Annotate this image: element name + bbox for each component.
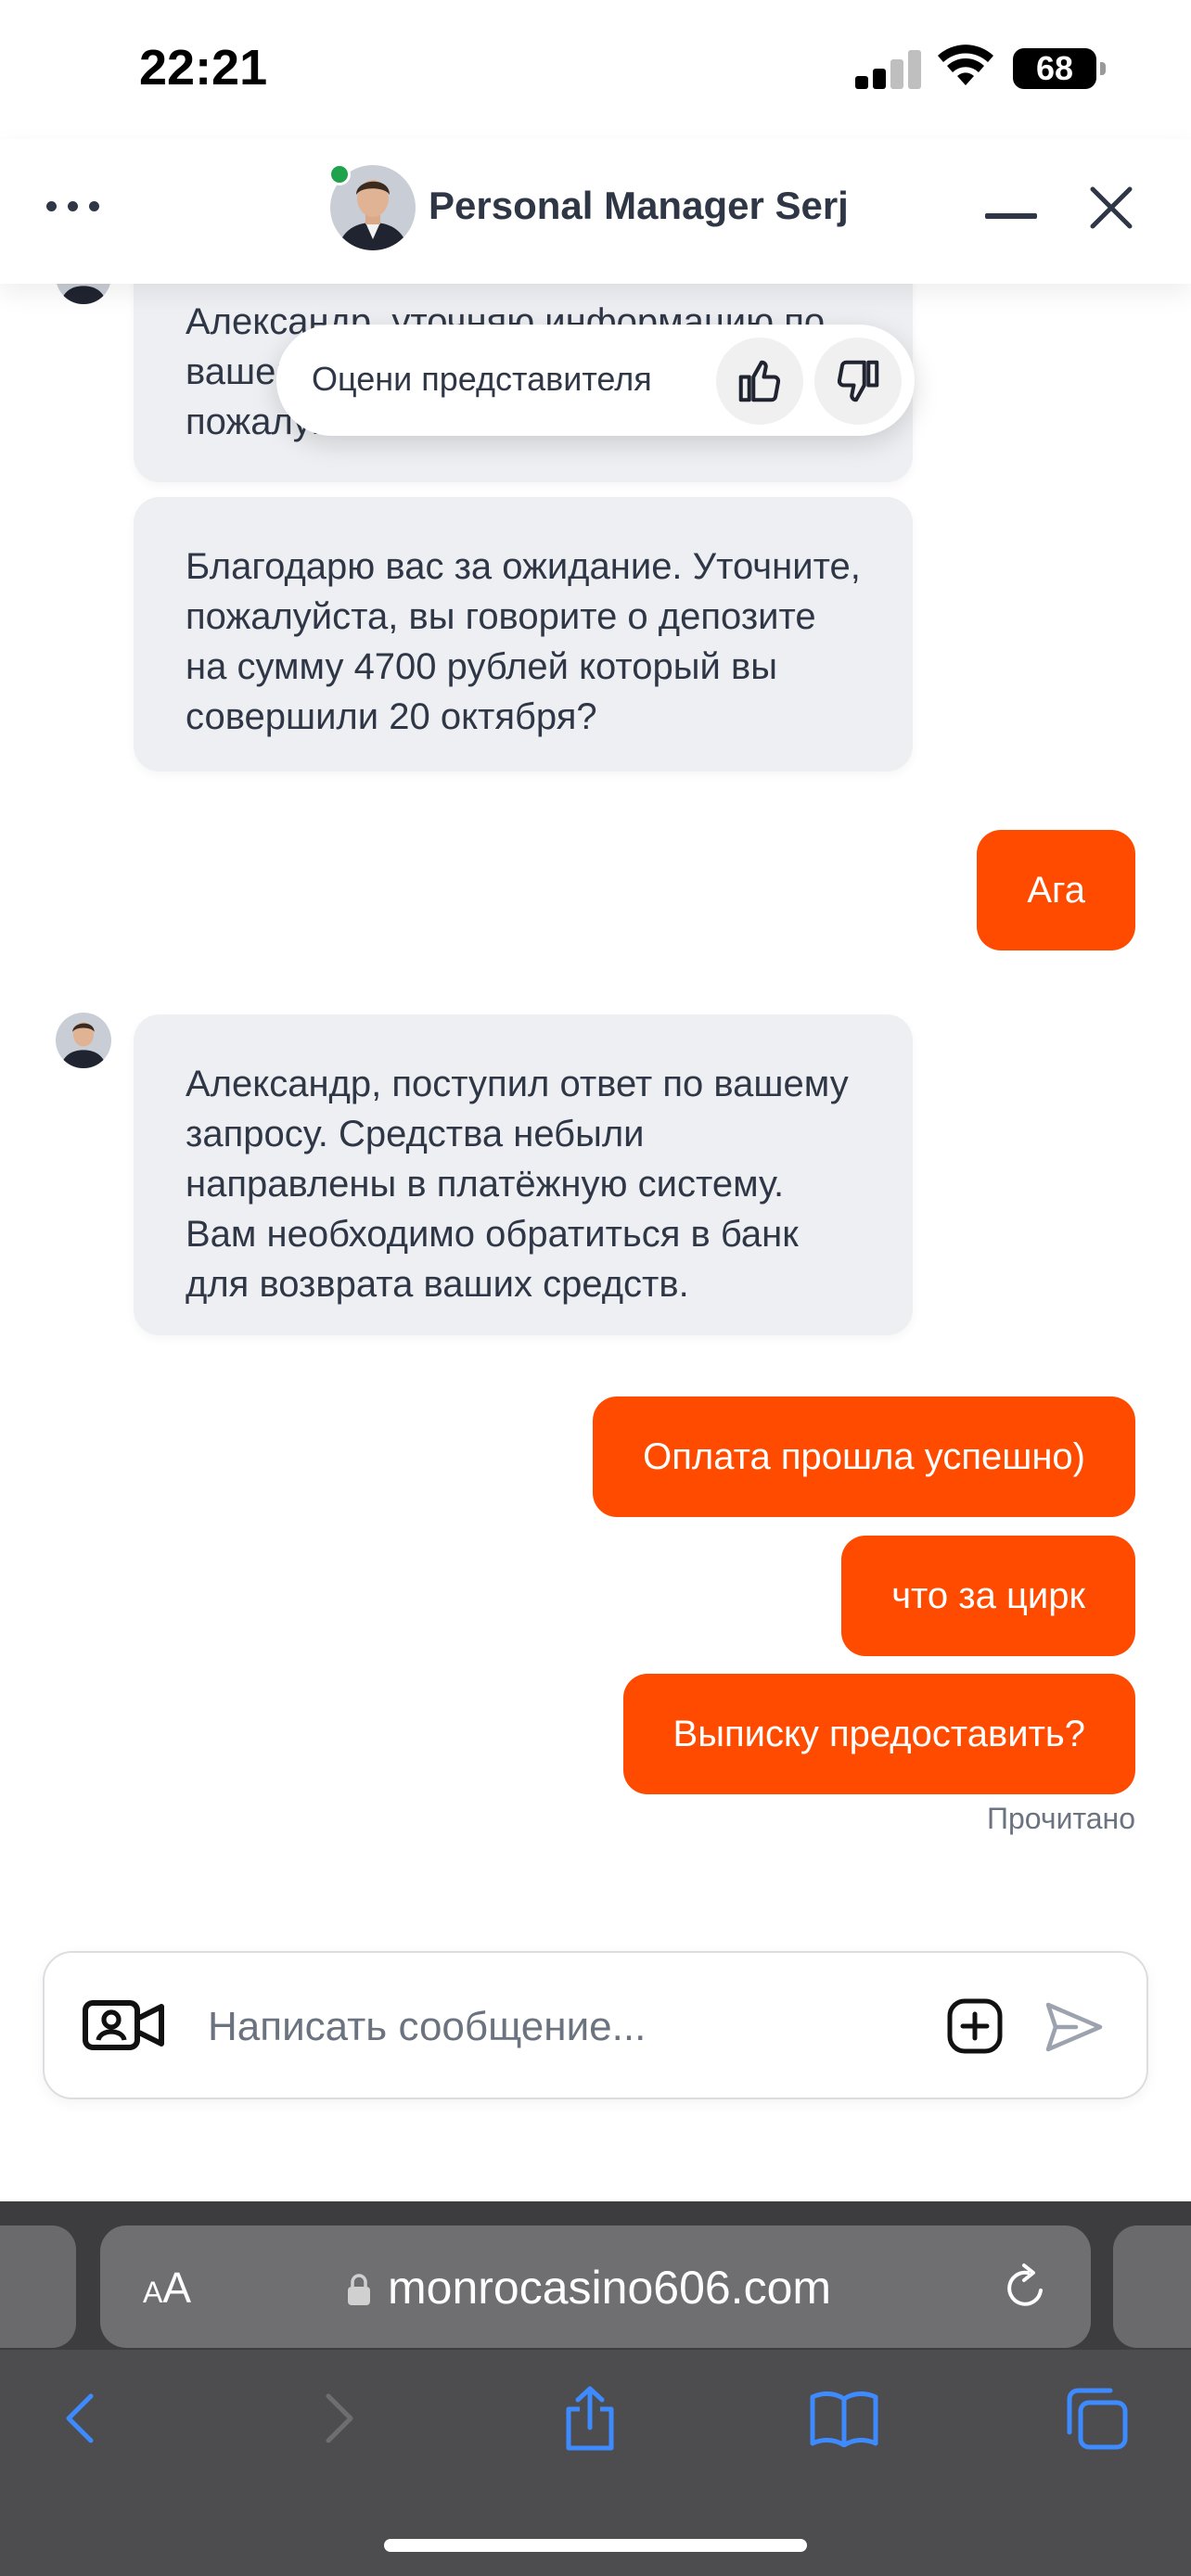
reload-icon[interactable] — [1000, 2259, 1052, 2315]
thumbs-up-icon — [738, 360, 781, 402]
wifi-icon — [938, 45, 993, 85]
user-message: Оплата прошла успешно) — [593, 1396, 1135, 1517]
previous-tab-preview[interactable] — [0, 2225, 76, 2348]
bookmarks-button[interactable] — [807, 2381, 881, 2455]
browser-chrome: AA monrocasino606.com — [0, 2201, 1191, 2576]
share-button[interactable] — [553, 2381, 627, 2455]
url-text: monrocasino606.com — [388, 2262, 832, 2314]
user-message: что за цирк — [841, 1536, 1135, 1656]
read-receipt: Прочитано — [987, 1802, 1135, 1835]
thumbs-down-icon — [837, 360, 879, 402]
address-bar[interactable]: AA monrocasino606.com — [100, 2225, 1091, 2348]
attach-plus-icon[interactable] — [946, 1997, 1004, 2055]
thumbs-down-button[interactable] — [814, 338, 902, 425]
message-input[interactable] — [208, 1990, 950, 2064]
share-icon — [566, 2386, 614, 2451]
back-button[interactable] — [43, 2381, 117, 2455]
chevron-left-icon — [66, 2393, 94, 2443]
rating-popup: Оцени представителя — [276, 325, 915, 436]
home-indicator[interactable] — [384, 2539, 807, 2552]
video-call-icon[interactable] — [82, 1996, 167, 2055]
battery-icon: 68 — [1013, 48, 1106, 89]
agent-avatar — [56, 1013, 111, 1068]
chat-title: Personal Manager Serj — [429, 184, 849, 227]
forward-button[interactable] — [302, 2381, 377, 2455]
lock-icon — [348, 2274, 370, 2305]
reader-text-size-button[interactable]: AA — [143, 2263, 191, 2313]
status-bar: 22:21 68 — [0, 0, 1191, 139]
next-tab-preview[interactable] — [1113, 2225, 1191, 2348]
close-icon[interactable] — [1083, 180, 1139, 236]
status-time: 22:21 — [139, 40, 268, 96]
user-message: Выписку предоставить? — [622, 1674, 1135, 1794]
tabs-icon — [1067, 2388, 1128, 2450]
rating-label: Оцени представителя — [312, 360, 652, 398]
book-icon — [810, 2391, 878, 2447]
address-bar-area: AA monrocasino606.com — [0, 2201, 1191, 2350]
send-icon[interactable] — [1044, 1999, 1104, 2055]
message-composer — [43, 1951, 1148, 2099]
cellular-signal-icon — [855, 46, 921, 89]
agent-message: Благодарю вас за ожидание. Уточните, пож… — [134, 497, 913, 772]
online-status-indicator — [328, 163, 351, 185]
user-message: Ага — [977, 830, 1135, 950]
thumbs-up-button[interactable] — [716, 338, 803, 425]
chat-header: Personal Manager Serj — [0, 139, 1191, 284]
more-options-icon[interactable] — [46, 187, 121, 224]
tabs-button[interactable] — [1059, 2381, 1133, 2455]
chevron-right-icon — [326, 2393, 353, 2443]
agent-message: Александр, поступил ответ по вашему запр… — [134, 1014, 913, 1335]
minimize-icon[interactable] — [985, 213, 1037, 219]
